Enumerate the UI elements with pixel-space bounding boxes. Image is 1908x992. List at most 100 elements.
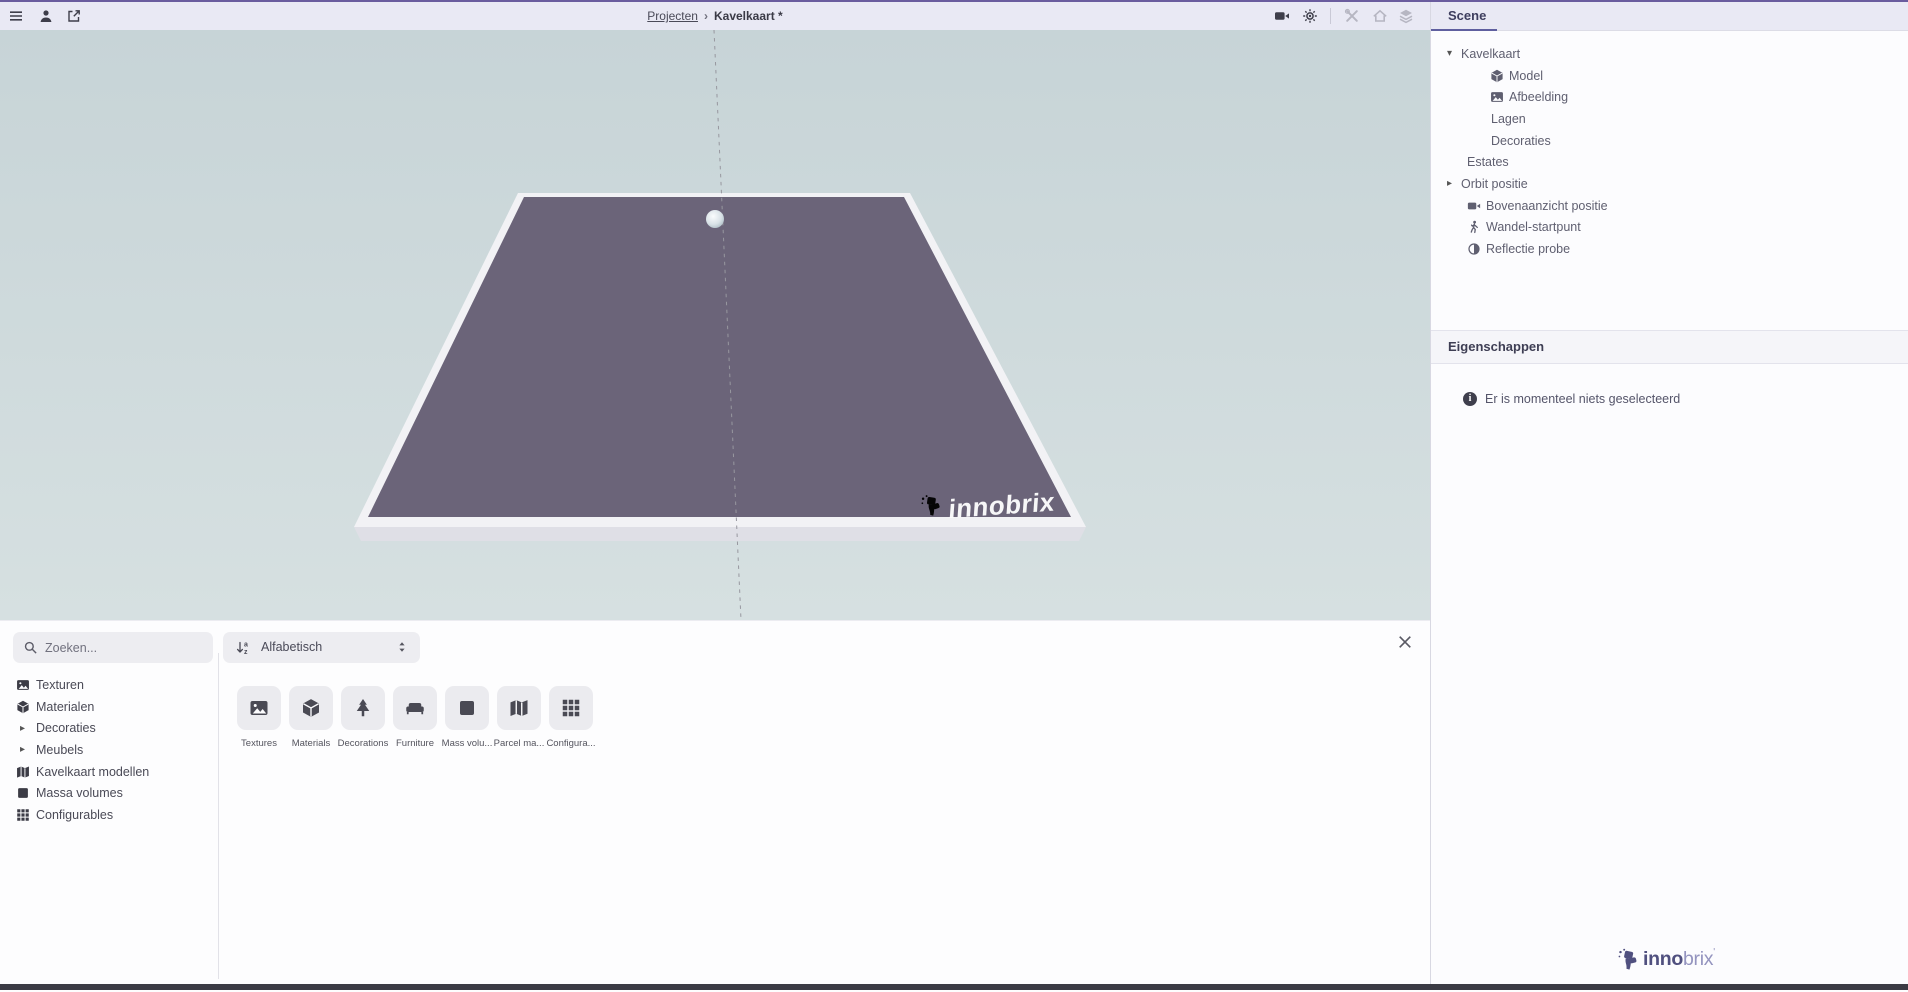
bottom-status-bar	[0, 984, 1908, 990]
tile-label: Textures	[233, 738, 285, 749]
tree-item-label: Reflectie probe	[1486, 242, 1570, 256]
scene-panel-title: Scene	[1431, 2, 1908, 30]
svg-text:z: z	[244, 649, 248, 656]
category-kavelkaart-modellen[interactable]: Kavelkaart modellen	[0, 761, 212, 783]
parcel-plane-side	[354, 527, 1086, 541]
tree-item-label: Wandel-startpunt	[1486, 220, 1581, 234]
walking-person-icon	[1467, 220, 1481, 234]
breadcrumb: Projecten › Kavelkaart *	[0, 2, 1430, 30]
breadcrumb-projects-link[interactable]: Projecten	[647, 9, 698, 23]
category-texturen[interactable]: Texturen	[0, 674, 212, 696]
category-label: Configurables	[36, 808, 113, 822]
empty-selection-message: i Er is momenteel niets geselecteerd	[1463, 392, 1680, 406]
svg-text:a: a	[244, 642, 248, 649]
tile-furniture[interactable]: Furniture	[389, 686, 441, 749]
image-icon	[249, 698, 269, 718]
tree-item-reflectie-probe[interactable]: Reflectie probe	[1431, 238, 1908, 260]
tile-textures[interactable]: Textures	[233, 686, 285, 749]
category-label: Massa volumes	[36, 786, 123, 800]
scene-tab-active-indicator	[1431, 29, 1497, 31]
assets-panel: a z Alfabetisch Texturen Materialen ▸ De…	[0, 620, 1430, 985]
tools-icon	[1344, 8, 1360, 24]
tree-icon	[353, 698, 373, 718]
empty-selection-text: Er is momenteel niets geselecteerd	[1485, 392, 1680, 406]
map-icon	[16, 765, 30, 779]
tree-item-decoraties[interactable]: Decoraties	[1431, 130, 1908, 152]
tile-label: Decorations	[337, 738, 389, 749]
tile-decorations[interactable]: Decorations	[337, 686, 389, 749]
grid-icon	[16, 808, 30, 822]
category-label: Texturen	[36, 678, 84, 692]
info-icon: i	[1463, 392, 1477, 406]
caret-right-icon[interactable]: ▸	[20, 744, 30, 755]
category-decoraties[interactable]: ▸ Decoraties	[0, 717, 212, 739]
top-accent-line	[0, 0, 1908, 2]
select-updown-icon	[395, 640, 409, 654]
tile-mass-volumes[interactable]: Mass volu...	[441, 686, 493, 749]
tile-label: Mass volu...	[441, 738, 493, 749]
square-icon	[16, 786, 30, 800]
tree-item-estates[interactable]: Estates	[1431, 151, 1908, 173]
reflection-probe-sphere[interactable]	[706, 210, 724, 228]
sort-dropdown[interactable]: a z Alfabetisch	[223, 632, 420, 663]
image-icon	[1490, 90, 1504, 104]
video-camera-icon[interactable]	[1274, 8, 1290, 24]
category-label: Kavelkaart modellen	[36, 765, 149, 779]
scene-panel: Scene ▾ Kavelkaart Model Afbeelding Lage…	[1430, 0, 1908, 984]
sort-selected-value: Alfabetisch	[261, 632, 322, 663]
tree-item-label: Estates	[1467, 155, 1509, 169]
logo-text: innobrix'	[1643, 946, 1715, 972]
tree-item-bovenaanzicht-positie[interactable]: Bovenaanzicht positie	[1431, 195, 1908, 217]
tile-materials[interactable]: Materials	[285, 686, 337, 749]
search-input[interactable]	[13, 632, 213, 663]
tile-configurables[interactable]: Configura...	[545, 686, 597, 749]
tree-item-afbeelding[interactable]: Afbeelding	[1431, 86, 1908, 108]
brightness-settings-icon[interactable]	[1302, 8, 1318, 24]
category-meubels[interactable]: ▸ Meubels	[0, 739, 212, 761]
tree-item-label: Orbit positie	[1461, 177, 1528, 191]
tree-item-label: Decoraties	[1491, 134, 1551, 148]
search-box	[13, 632, 213, 663]
tile-parcel-maps[interactable]: Parcel ma...	[493, 686, 545, 749]
category-materialen[interactable]: Materialen	[0, 696, 212, 718]
tree-item-model[interactable]: Model	[1431, 65, 1908, 87]
category-configurables[interactable]: Configurables	[0, 804, 212, 826]
close-icon[interactable]	[1396, 633, 1414, 651]
properties-header-label: Eigenschappen	[1431, 339, 1544, 354]
breadcrumb-current-page: Kavelkaart *	[714, 9, 783, 23]
properties-header: Eigenschappen	[1431, 330, 1908, 364]
video-camera-icon	[1467, 199, 1481, 213]
viewport-3d[interactable]: innobrix	[0, 30, 1430, 620]
innobrix-logo: innobrix'	[1617, 946, 1715, 972]
home-icon	[1372, 8, 1388, 24]
tree-item-lagen[interactable]: Lagen	[1431, 108, 1908, 130]
category-label: Decoraties	[36, 721, 96, 735]
category-massa-volumes[interactable]: Massa volumes	[0, 782, 212, 804]
scene-panel-header: Scene	[1431, 2, 1908, 31]
tile-label: Parcel ma...	[493, 738, 545, 749]
layers-icon	[1398, 8, 1414, 24]
sort-alphabetical-icon: a z	[235, 639, 252, 656]
grid-icon	[561, 698, 581, 718]
caret-down-icon[interactable]: ▾	[1447, 48, 1461, 59]
tree-item-label: Model	[1509, 69, 1543, 83]
viewport-canvas: innobrix	[0, 30, 1430, 620]
tree-item-orbit-positie[interactable]: ▸ Orbit positie	[1431, 173, 1908, 195]
asset-categories-list: Texturen Materialen ▸ Decoraties ▸ Meube…	[0, 674, 212, 826]
image-icon	[16, 678, 30, 692]
scene-tree: ▾ Kavelkaart Model Afbeelding Lagen Deco…	[1431, 43, 1908, 260]
tree-item-label: Afbeelding	[1509, 90, 1568, 104]
toolbar-divider	[1330, 8, 1331, 24]
tree-item-wandel-startpunt[interactable]: Wandel-startpunt	[1431, 217, 1908, 239]
box-icon	[16, 700, 30, 714]
caret-right-icon[interactable]: ▸	[1447, 178, 1461, 189]
caret-right-icon[interactable]: ▸	[20, 723, 30, 734]
tree-item-kavelkaart[interactable]: ▾ Kavelkaart	[1431, 43, 1908, 65]
tree-item-label: Bovenaanzicht positie	[1486, 199, 1608, 213]
half-circle-icon	[1467, 242, 1481, 256]
tile-label: Furniture	[389, 738, 441, 749]
tile-label: Materials	[285, 738, 337, 749]
assets-panel-divider	[218, 653, 219, 979]
breadcrumb-separator: ›	[704, 9, 708, 23]
box-icon	[1490, 69, 1504, 83]
